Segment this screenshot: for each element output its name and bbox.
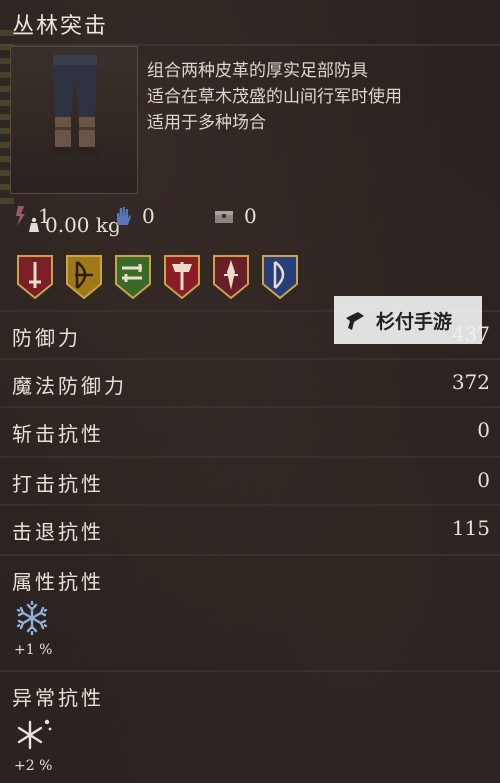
magic-hand-icon	[117, 207, 131, 225]
stat-value: 115	[451, 516, 490, 540]
class-shield	[16, 254, 54, 300]
class-shield	[212, 254, 250, 300]
item-title: 丛林突击	[12, 14, 109, 39]
stat-value: 372	[451, 370, 490, 394]
axe-icon	[164, 255, 200, 300]
watermark-logo-icon	[346, 312, 364, 330]
sword-icon	[17, 255, 53, 300]
bow-shield-icon	[262, 255, 298, 300]
requirement-value: 1	[38, 204, 51, 228]
description-line: 适用于多种场合	[147, 113, 266, 133]
stat-row-slash-resist: 斩击抗性 0	[0, 406, 500, 452]
stat-label: 斩击抗性	[12, 422, 104, 446]
watermark-text: 杉付手游	[376, 310, 453, 333]
elemental-resist-section: 属性抗性 +1 %	[0, 554, 500, 670]
requirement-value: 0	[142, 204, 155, 228]
class-icons	[16, 254, 299, 300]
item-description: 组合两种皮革的厚实足部防具 适合在草木茂盛的山间行军时使用 适用于多种场合	[147, 58, 492, 136]
frost-sparkle-icon	[17, 719, 52, 750]
class-shield	[114, 254, 152, 300]
chest-icon	[215, 211, 233, 223]
stat-label: 魔法防御力	[12, 374, 127, 398]
class-shield	[65, 254, 103, 300]
stat-value: 0	[477, 418, 490, 442]
dual-daggers-icon	[115, 255, 151, 300]
requirements-row: 1 0 0	[14, 204, 494, 236]
section-label: 属性抗性	[12, 570, 104, 594]
leg-armor-icon	[51, 55, 99, 157]
stat-label: 防御力	[12, 326, 81, 350]
requirement-strength: 1	[14, 204, 51, 228]
section-label: 异常抗性	[12, 686, 104, 710]
twin-blades-icon	[213, 255, 249, 300]
stat-row-knockback-resist: 击退抗性 115	[0, 504, 500, 550]
bow-icon	[66, 255, 102, 300]
watermark: 杉付手游	[334, 296, 482, 344]
status-resist-section: 异常抗性 +2 %	[0, 670, 500, 783]
stat-value: 0	[477, 468, 490, 492]
class-shield	[163, 254, 201, 300]
strength-rune-icon	[16, 206, 25, 226]
stat-row-magic-defense: 魔法防御力 372	[0, 358, 500, 404]
item-detail-panel: 丛林突击 0.00 kg 组合两种皮革的厚实足部防具 适合在草木茂盛的山间行军时…	[0, 0, 500, 783]
class-shield	[261, 254, 299, 300]
stat-row-strike-resist: 打击抗性 0	[0, 456, 500, 502]
requirement-chest: 0	[214, 204, 257, 228]
description-line: 组合两种皮革的厚实足部防具	[147, 61, 368, 81]
snowflake-icon	[16, 600, 48, 636]
resist-value: +2 %	[14, 758, 53, 774]
requirement-value: 0	[244, 204, 257, 228]
stat-label: 击退抗性	[12, 520, 104, 544]
item-portrait: 0.00 kg	[10, 46, 138, 237]
requirement-magic: 0	[114, 204, 155, 228]
resist-value: +1 %	[14, 642, 53, 658]
description-line: 适合在草木茂盛的山间行军时使用	[147, 87, 402, 107]
stat-label: 打击抗性	[12, 472, 104, 496]
